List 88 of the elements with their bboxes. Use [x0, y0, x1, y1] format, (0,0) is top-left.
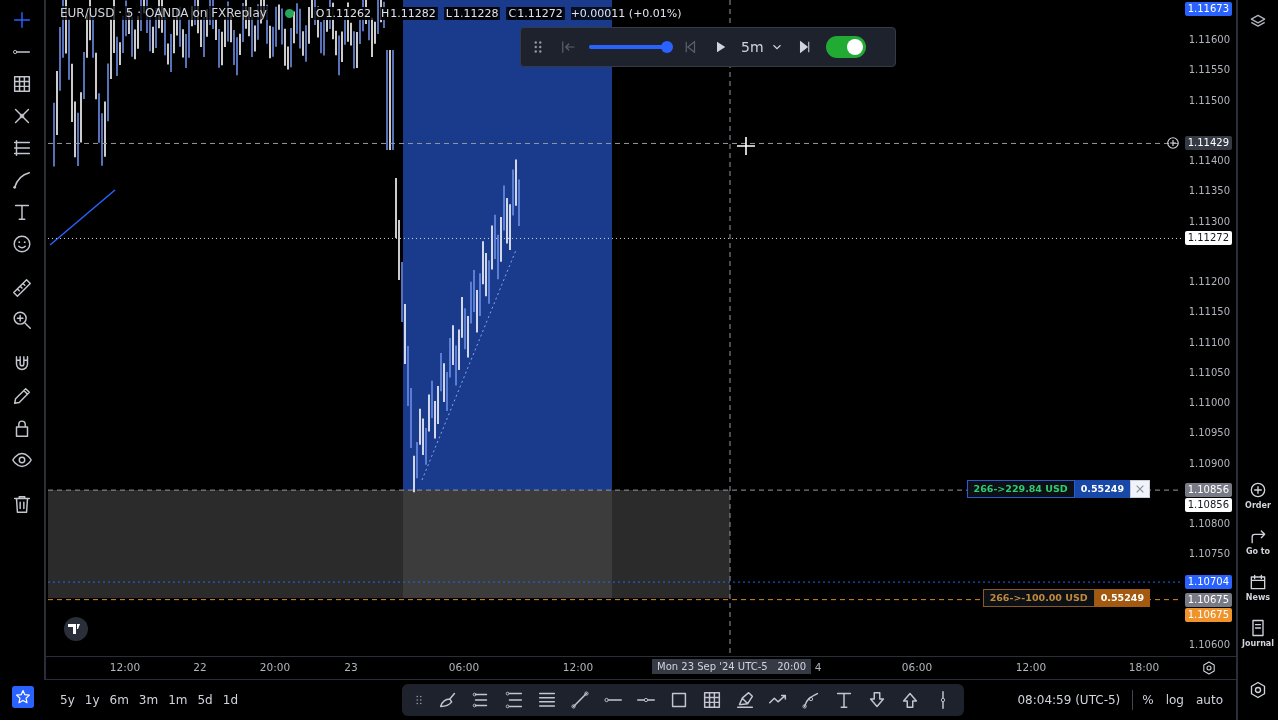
price-label: 1.11350 — [1188, 184, 1230, 199]
clock-time: 08:04:59 (UTC-5) — [1017, 693, 1121, 707]
range-button[interactable]: 1y — [80, 691, 104, 709]
log-button[interactable]: log — [1162, 691, 1187, 709]
highlighter-icon[interactable] — [734, 689, 756, 711]
range-button[interactable]: 5y — [56, 691, 79, 709]
ohlc-label: C — [508, 6, 517, 20]
price-label: 1.10950 — [1188, 426, 1230, 441]
time-label: 12:00 — [1015, 661, 1047, 673]
auto-button[interactable]: auto — [1193, 691, 1226, 709]
range-button[interactable]: 3m — [134, 691, 163, 709]
trend-line — [49, 189, 116, 246]
percent-button[interactable]: % — [1139, 691, 1157, 709]
price-tag: 1.11429 — [1184, 136, 1232, 151]
price-tag: 1.10704 — [1184, 575, 1232, 590]
ohlc-label: H — [381, 6, 390, 20]
price-tag: 1.10856 — [1184, 483, 1232, 498]
price-change: +0.00011 (+0.01%) — [570, 6, 682, 20]
settings-icon[interactable] — [1248, 680, 1268, 700]
time-label: 18:00 — [1128, 661, 1160, 673]
price-tag: 1.10856 — [1184, 498, 1232, 513]
calendar-icon — [1248, 572, 1268, 592]
timeframe-selector[interactable]: 5m — [741, 39, 764, 55]
ohlc-label: L — [445, 6, 452, 20]
fib-icon[interactable] — [503, 689, 525, 711]
ohlc-label: O — [315, 6, 325, 20]
smiley-icon[interactable] — [11, 233, 33, 255]
grid-icon[interactable] — [701, 689, 723, 711]
price-label: 1.11050 — [1188, 365, 1230, 380]
crosshair-time-label: Mon 23 Sep '24 UTC-5 20:00 — [652, 659, 811, 674]
trend-line-icon[interactable] — [569, 689, 591, 711]
price-label: 1.10750 — [1188, 547, 1230, 562]
time-label: 4 — [814, 661, 822, 673]
price-label: 1.10800 — [1188, 517, 1230, 531]
price-tag: 1.11673 — [1184, 2, 1232, 16]
star-button[interactable] — [12, 686, 34, 708]
add-order-icon — [1248, 480, 1268, 500]
settings-icon[interactable] — [1201, 660, 1217, 676]
time-label: 23 — [344, 661, 358, 673]
price-label: 1.11300 — [1188, 214, 1230, 229]
range-button[interactable]: 6m — [105, 691, 133, 709]
sidebar-button[interactable]: Order — [1245, 480, 1271, 510]
jump-to-start-icon[interactable] — [559, 38, 577, 56]
pencil-icon[interactable] — [11, 385, 33, 407]
time-label: 22 — [193, 661, 207, 673]
price-tag: 1.10675 — [1184, 607, 1232, 622]
time-label: 06:00 — [448, 661, 480, 673]
price-label: 1.11550 — [1188, 63, 1230, 78]
time-label: 20:00 — [259, 661, 291, 673]
logo-icon — [64, 617, 88, 641]
price-label: 1.11150 — [1188, 305, 1230, 320]
crosshair-icon[interactable] — [11, 9, 33, 31]
time-label: 12:00 — [562, 661, 594, 673]
cursor-icon — [736, 136, 756, 156]
price-tag: 1.11272 — [1184, 231, 1232, 246]
price-label: 1.11500 — [1188, 93, 1230, 108]
range-button[interactable]: 1d — [218, 691, 242, 709]
range-button[interactable]: 5d — [193, 691, 217, 709]
price-label: 1.10900 — [1188, 456, 1230, 471]
position-size: 0.55249 — [1074, 480, 1130, 498]
brush-icon[interactable] — [11, 169, 33, 191]
price-tag: 1.10675 — [1184, 592, 1232, 607]
trash-icon[interactable] — [11, 493, 33, 515]
sidebar-button[interactable]: News — [1245, 572, 1271, 602]
position-size: 0.55249 — [1094, 589, 1150, 607]
replay-toggle[interactable] — [825, 36, 866, 58]
fib-icon[interactable] — [11, 137, 33, 159]
position-label[interactable]: 266->-100.00 USD — [982, 589, 1095, 607]
ohlc-value: 1.11262 — [325, 6, 372, 20]
sidebar-button[interactable]: Go to — [1245, 526, 1271, 556]
close-button[interactable] — [1130, 480, 1150, 498]
grid-icon[interactable] — [11, 73, 33, 95]
price-label: 1.11000 — [1188, 396, 1230, 410]
close-icon — [1135, 484, 1145, 494]
price-label: 1.11600 — [1188, 33, 1230, 47]
price-label: 1.11100 — [1188, 335, 1230, 350]
add-alert-icon[interactable] — [1166, 136, 1180, 151]
time-label: 12:00 — [109, 661, 141, 673]
zoom-in-icon[interactable] — [11, 309, 33, 331]
price-label: 1.10600 — [1188, 638, 1230, 652]
price-label: 1.11200 — [1188, 275, 1230, 289]
symbol-title[interactable]: EUR/USD · 5 · OANDA on FXReplay — [58, 6, 269, 20]
range-button[interactable]: 1m — [164, 691, 192, 709]
sidebar-button[interactable]: Journal — [1242, 618, 1274, 648]
ruler-icon[interactable] — [11, 277, 33, 299]
position-label[interactable]: 266->229.84 USD — [966, 480, 1075, 498]
price-label: 1.11400 — [1188, 154, 1230, 168]
time-label: 06:00 — [901, 661, 933, 673]
